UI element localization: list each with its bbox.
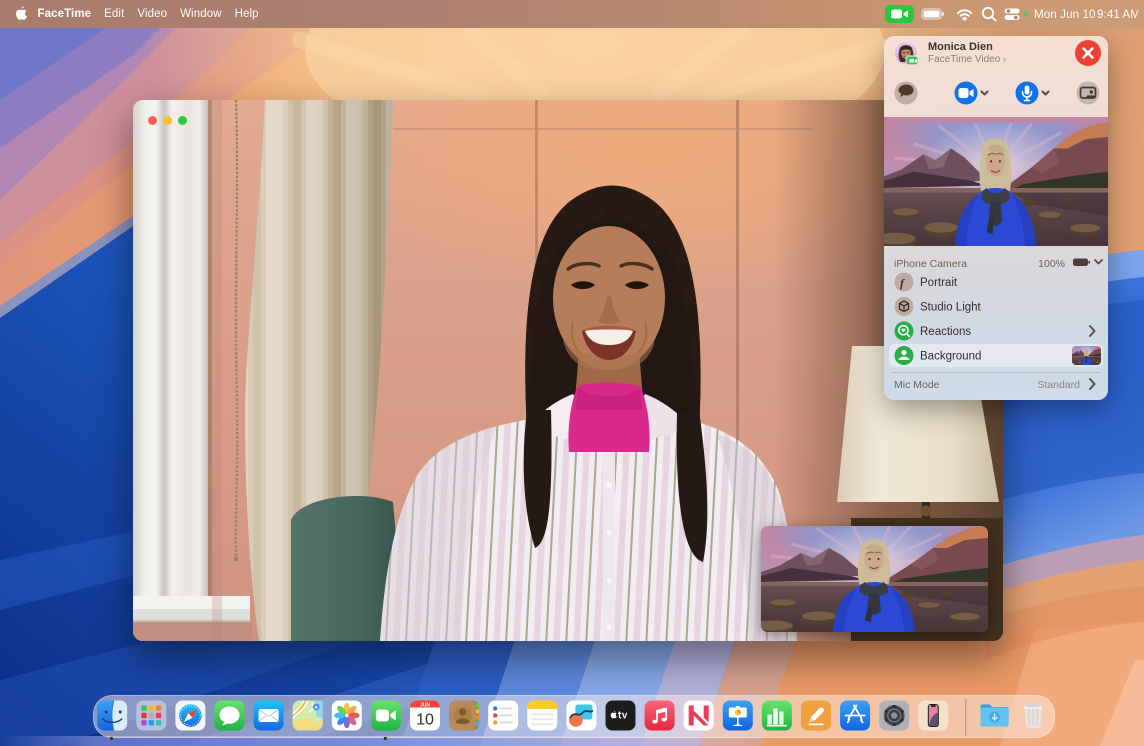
svg-text:100%: 100%: [1038, 258, 1065, 270]
svg-text:Standard: Standard: [1037, 379, 1080, 391]
svg-text:9:41 AM: 9:41 AM: [1097, 8, 1138, 21]
svg-text:10: 10: [416, 712, 434, 729]
svg-text:Background: Background: [920, 351, 981, 363]
svg-text:Reactions: Reactions: [920, 326, 971, 338]
svg-text:iPhone Camera: iPhone Camera: [894, 258, 967, 270]
svg-text:Mon Jun 10: Mon Jun 10: [1034, 8, 1096, 21]
svg-text:Studio Light: Studio Light: [920, 302, 982, 314]
svg-text:Portrait: Portrait: [920, 277, 958, 289]
svg-text:JUN: JUN: [420, 702, 430, 708]
svg-text:Mic Mode: Mic Mode: [894, 379, 940, 391]
